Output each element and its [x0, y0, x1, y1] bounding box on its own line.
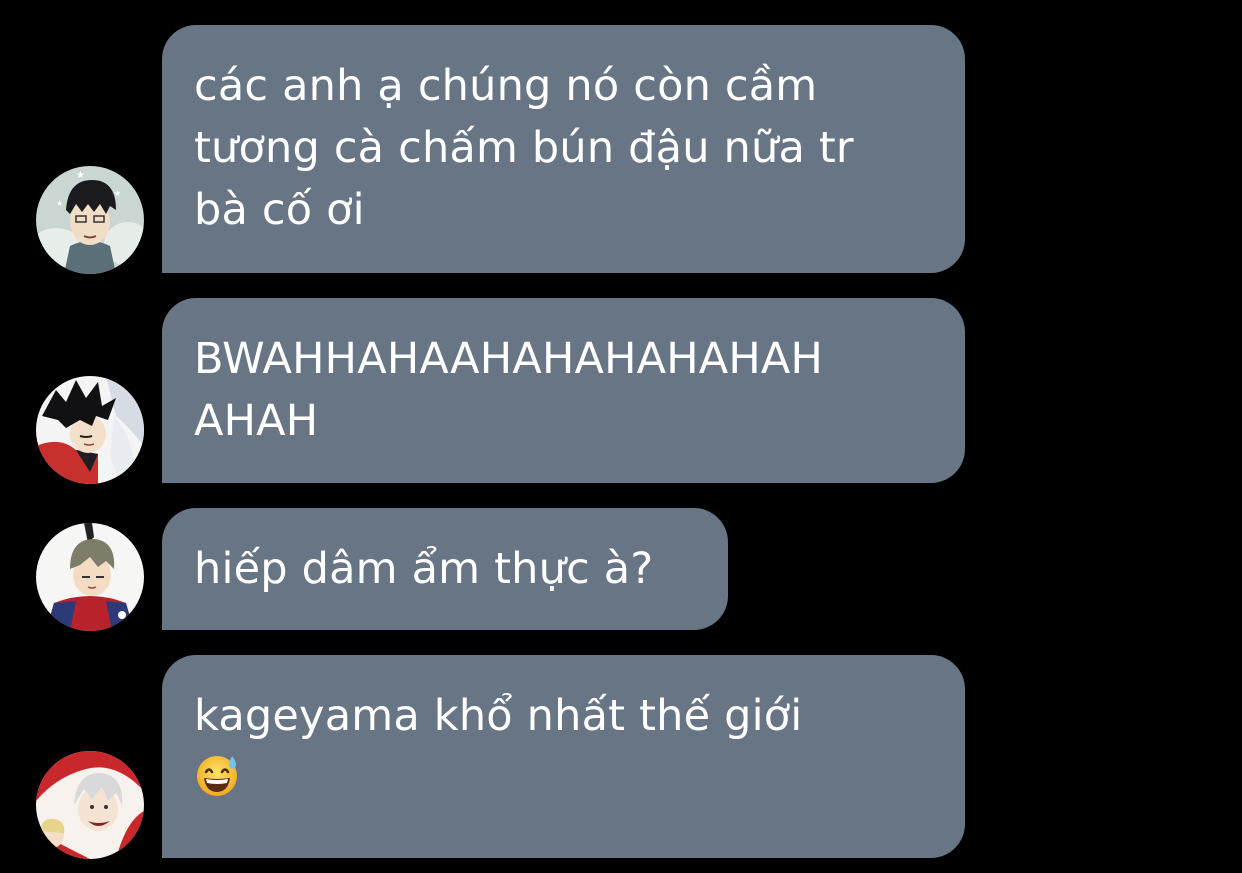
message-bubble[interactable]: BWAHHAHAAHAHAHAHAHAH AHAH — [162, 298, 965, 483]
avatar-dark-hair-character-icon: ★ ★ ★ — [36, 166, 144, 274]
avatar[interactable] — [36, 751, 144, 859]
message-bubble[interactable]: kageyama khổ nhất thế giới — [162, 655, 965, 858]
message-text: bà cố ơi — [194, 185, 365, 235]
avatar[interactable] — [36, 523, 144, 631]
avatar[interactable] — [36, 376, 144, 484]
svg-text:★: ★ — [56, 199, 63, 208]
message-text: BWAHHAHAAHAHAHAHAHAH — [194, 334, 824, 384]
message-emoji-line — [194, 747, 935, 809]
message-text: hiếp dâm ẩm thực à? — [194, 544, 654, 594]
grinning-sweat-emoji-icon — [197, 756, 237, 796]
message-text: kageyama khổ nhất thế giới — [194, 691, 803, 741]
avatar-black-messy-hair-character-icon — [36, 376, 144, 484]
message-text: AHAH — [194, 396, 319, 446]
avatar[interactable]: ★ ★ ★ — [36, 166, 144, 274]
message-text: các anh ạ chúng nó còn cầm — [194, 61, 818, 111]
message-text: tương cà chấm bún đậu nữa tr — [194, 123, 854, 173]
svg-text:★: ★ — [76, 170, 85, 181]
svg-text:★: ★ — [114, 189, 121, 198]
avatar-silver-hair-character-icon — [36, 751, 144, 859]
avatar-grey-hair-character-icon — [36, 523, 144, 631]
message-bubble[interactable]: các anh ạ chúng nó còn cầm tương cà chấm… — [162, 25, 965, 273]
message-bubble[interactable]: hiếp dâm ẩm thực à? — [162, 508, 728, 630]
